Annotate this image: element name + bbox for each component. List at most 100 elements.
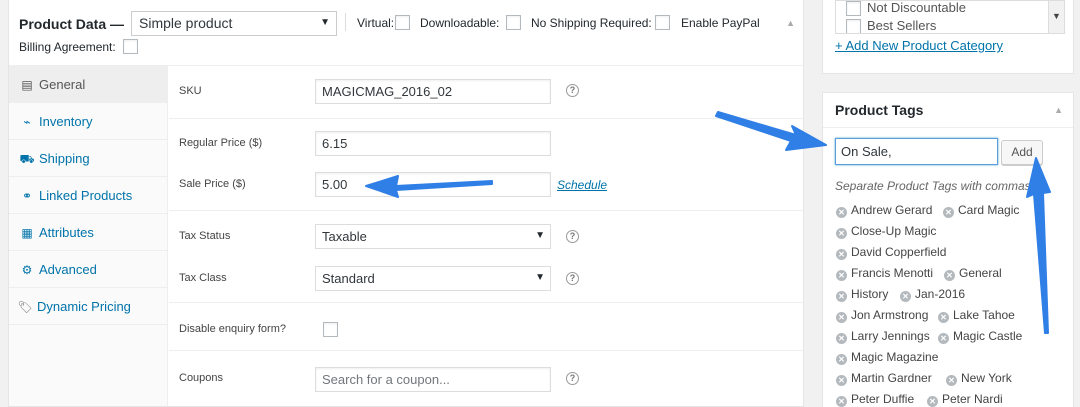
tag-label: Lake Tahoe [953,308,1015,322]
tag-item: ✕ New York [946,371,1012,386]
coupon-search-input[interactable]: Search for a coupon... [315,367,551,392]
category-label: Best Sellers [867,18,937,33]
remove-tag-icon[interactable]: ✕ [943,207,954,218]
collapse-toggle-icon[interactable]: ▲ [1054,105,1063,115]
tag-label: Close-Up Magic [851,224,937,238]
help-icon: ? [566,230,579,243]
category-checklist: Not Discountable Best Sellers ▼ [835,0,1065,34]
remove-tag-icon[interactable]: ✕ [900,291,911,302]
category-checkbox[interactable] [846,1,861,17]
remove-tag-icon[interactable]: ✕ [836,354,847,365]
remove-tag-icon[interactable]: ✕ [946,375,957,386]
tab-advanced[interactable]: ⚙ Advanced [9,251,167,288]
tab-general[interactable]: ▤ General [9,66,167,103]
tag-label: Jan-2016 [915,287,966,301]
chevron-down-icon: ▼ [320,17,330,28]
remove-tag-icon[interactable]: ✕ [938,312,949,323]
enquiry-checkbox[interactable] [323,322,338,337]
scrollbar[interactable]: ▼ [1048,1,1064,33]
tab-shipping[interactable]: ⛟ Shipping [9,140,167,177]
regular-price-label: Regular Price ($) [179,137,263,149]
remove-tag-icon[interactable]: ✕ [836,396,847,407]
remove-tag-icon[interactable]: ✕ [836,375,847,386]
new-tag-input[interactable]: On Sale, [835,138,998,165]
tax-class-value: Standard [322,271,375,286]
remove-tag-icon[interactable]: ✕ [836,270,847,281]
product-type-select[interactable]: Simple product ▼ [131,11,337,36]
general-icon: ▤ [21,78,33,92]
tag-label: Magic Castle [953,329,1023,343]
chevron-down-icon: ▼ [1052,11,1061,21]
tag-item: ✕ Magic Castle [938,329,1022,344]
remove-tag-icon[interactable]: ✕ [836,228,847,239]
tag-item: ✕ Peter Duffie [836,392,914,407]
tags-hint: Separate Product Tags with commas [835,179,1031,193]
product-data-tabs: ▤ General ⌁ Inventory ⛟ Shipping ⚭ Linked Pr… [9,66,168,406]
tab-label: Linked Products [39,188,133,203]
add-tag-button[interactable]: Add [1001,140,1043,165]
tag-label: Larry Jennings [851,329,930,343]
tag-item: ✕ David Copperfield [836,245,946,260]
downloadable-checkbox[interactable] [506,15,521,30]
tax-class-select[interactable]: Standard ▼ [315,266,551,291]
tag-label: History [851,287,889,301]
tab-linked-products[interactable]: ⚭ Linked Products [9,177,167,214]
remove-tag-icon[interactable]: ✕ [836,312,847,323]
sale-price-label: Sale Price ($) [179,178,246,190]
tax-status-value: Taxable [322,229,367,244]
category-item[interactable]: Not Discountable [846,0,966,17]
tag-item: ✕ Francis Menotti [836,266,933,281]
remove-tag-icon[interactable]: ✕ [836,249,847,260]
remove-tag-icon[interactable]: ✕ [927,396,938,407]
sku-input[interactable]: MAGICMAG_2016_02 [315,79,551,104]
chevron-down-icon: ▼ [535,230,545,241]
product-data-header: Product Data — Simple product ▼ Virtual:… [9,0,803,66]
remove-tag-icon[interactable]: ✕ [836,333,847,344]
product-data-metabox: Product Data — Simple product ▼ Virtual:… [8,0,804,407]
virtual-checkbox[interactable] [395,15,410,30]
category-item[interactable]: Best Sellers [846,18,937,33]
category-label: Not Discountable [867,0,966,15]
tag-label: Andrew Gerard [851,203,933,217]
billing-agreement-checkbox[interactable] [123,39,138,54]
tab-label: Advanced [39,262,97,277]
tag-icon: 🏷 [17,300,33,314]
remove-tag-icon[interactable]: ✕ [944,270,955,281]
schedule-link[interactable]: Schedule [557,178,607,192]
general-panel: SKU MAGICMAG_2016_02 ? Regular Price ($)… [169,66,803,406]
tag-item: ✕ Jon Armstrong [836,308,928,323]
tag-label: David Copperfield [851,245,947,259]
tab-label: Attributes [39,225,94,240]
product-tags-title: Product Tags [835,102,924,118]
tag-label: Martin Gardner [851,371,932,385]
attributes-icon: ▦ [21,226,33,240]
section-divider [169,210,803,211]
no-shipping-label: No Shipping Required: [531,16,652,30]
tab-inventory[interactable]: ⌁ Inventory [9,103,167,140]
no-shipping-checkbox[interactable] [655,15,670,30]
gear-icon: ⚙ [21,263,33,277]
tax-status-select[interactable]: Taxable ▼ [315,224,551,249]
collapse-toggle-icon[interactable]: ▲ [786,18,795,28]
tag-label: Jon Armstrong [851,308,929,322]
add-category-link[interactable]: + Add New Product Category [835,38,1003,53]
tab-dynamic-pricing[interactable]: 🏷 Dynamic Pricing [9,288,167,325]
category-checkbox[interactable] [846,19,861,33]
sale-price-input[interactable]: 5.00 [315,172,551,197]
tab-attributes[interactable]: ▦ Attributes [9,214,167,251]
tab-label: Dynamic Pricing [37,299,131,314]
coupons-label: Coupons [179,372,224,384]
tag-item: ✕ History [836,287,888,302]
remove-tag-icon[interactable]: ✕ [938,333,949,344]
inventory-icon: ⌁ [23,115,31,129]
sku-label: SKU [179,85,202,97]
remove-tag-icon[interactable]: ✕ [836,207,847,218]
link-icon: ⚭ [21,189,33,203]
downloadable-label: Downloadable: [420,16,500,30]
section-divider [169,350,803,351]
header-divider [345,13,346,31]
remove-tag-icon[interactable]: ✕ [836,291,847,302]
tag-item: ✕ Martin Gardner [836,371,932,386]
regular-price-input[interactable]: 6.15 [315,131,551,156]
tag-item: ✕ Peter Nardi [927,392,1003,407]
